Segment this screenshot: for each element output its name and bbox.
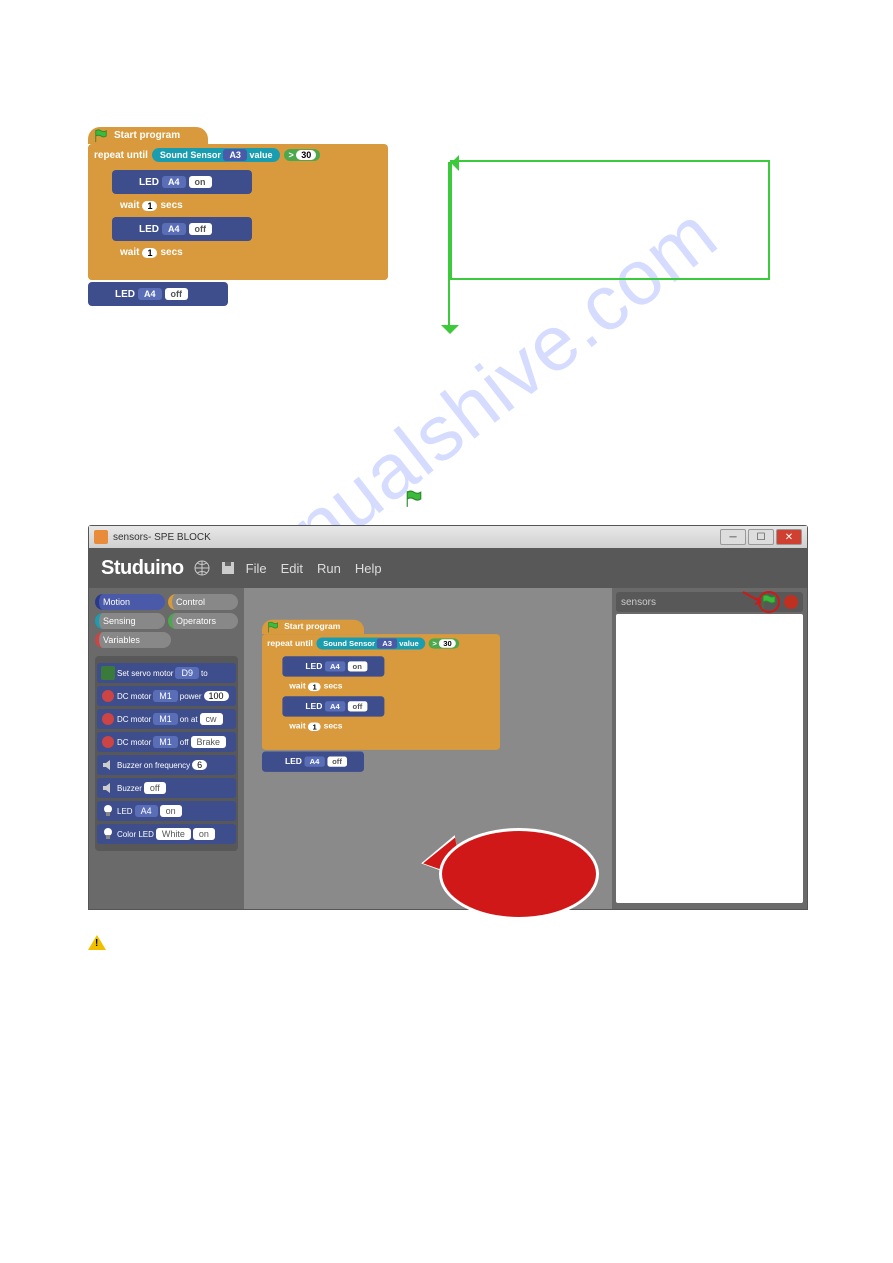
palette-dcmotor-power-block[interactable]: DC motor M1 power 100 xyxy=(97,686,236,706)
speaker-icon xyxy=(101,758,115,772)
globe-icon[interactable] xyxy=(194,560,210,576)
led-final-block: LED A4 off xyxy=(88,282,228,306)
category-operators[interactable]: Operators xyxy=(168,613,238,629)
menu-file[interactable]: File xyxy=(246,561,267,576)
stage-area xyxy=(616,614,803,903)
hat-start-program: Start program xyxy=(88,127,208,144)
stage-panel: sensors xyxy=(612,588,807,909)
led-off-block: LED A4 off xyxy=(112,217,252,241)
menu-help[interactable]: Help xyxy=(355,561,382,576)
palette-block-list: Set servo motor D9 to DC motor M1 power … xyxy=(95,656,238,851)
app-header: Studuino File Edit Run Help xyxy=(89,548,807,588)
flow-arrow-out-icon xyxy=(441,325,459,343)
led-on-block: LED A4 on xyxy=(112,170,252,194)
category-sensing[interactable]: Sensing xyxy=(95,613,165,629)
sensor-reporter: Sound Sensor A3 value xyxy=(152,148,281,162)
script-canvas[interactable]: Start program repeat until Sound Sensor … xyxy=(244,588,612,909)
menu-bar: File Edit Run Help xyxy=(246,561,382,576)
callout-bubble xyxy=(419,828,599,920)
close-button[interactable]: ✕ xyxy=(776,529,802,545)
window-title: sensors- SPE BLOCK xyxy=(113,532,211,543)
stage-header: sensors xyxy=(616,592,803,612)
palette-dcmotor-on-block[interactable]: DC motor M1 on at cw xyxy=(97,709,236,729)
palette-color-led-block[interactable]: Color LED White on xyxy=(97,824,236,844)
led-icon xyxy=(101,827,115,841)
warning-icon xyxy=(88,926,106,950)
motor-icon xyxy=(101,712,115,726)
hat-label: Start program xyxy=(114,130,180,141)
category-control[interactable]: Control xyxy=(168,594,238,610)
motor-icon xyxy=(101,689,115,703)
canvas-hat-block[interactable]: Start program xyxy=(262,620,364,634)
block-palette: Motion Control Sensing Operators Variabl… xyxy=(89,588,244,909)
arrow-icon xyxy=(741,590,765,606)
canvas-wait-1[interactable]: wait1secs xyxy=(282,678,363,694)
led-icon xyxy=(120,174,136,190)
led-icon xyxy=(96,286,112,302)
palette-buzzer-freq-block[interactable]: Buzzer on frequency 6 xyxy=(97,755,236,775)
led-icon xyxy=(101,804,115,818)
repeat-until-block: repeat until Sound Sensor A3 value > 30 … xyxy=(88,144,388,280)
window-titlebar: sensors- SPE BLOCK ─ ☐ ✕ xyxy=(89,526,807,548)
flowchart-box xyxy=(450,160,770,280)
led-icon xyxy=(120,221,136,237)
app-icon xyxy=(94,530,108,544)
stage-title: sensors xyxy=(621,597,656,608)
category-motion[interactable]: Motion xyxy=(95,594,165,610)
canvas-repeat-block[interactable]: repeat until Sound Sensor A3 value > 30 … xyxy=(262,634,500,750)
minimize-button[interactable]: ─ xyxy=(720,529,746,545)
app-logo: Studuino xyxy=(101,557,184,580)
flag-icon xyxy=(267,621,279,633)
stop-button[interactable] xyxy=(784,595,798,609)
flag-icon xyxy=(94,129,108,143)
canvas-wait-2[interactable]: wait1secs xyxy=(282,718,363,734)
servo-icon xyxy=(101,666,115,680)
flow-line xyxy=(448,162,450,332)
speaker-icon xyxy=(101,781,115,795)
palette-dcmotor-off-block[interactable]: DC motor M1 off Brake xyxy=(97,732,236,752)
palette-servo-block[interactable]: Set servo motor D9 to xyxy=(97,663,236,683)
maximize-button[interactable]: ☐ xyxy=(748,529,774,545)
palette-led-block[interactable]: LED A4 on xyxy=(97,801,236,821)
canvas-led-off[interactable]: LEDA4off xyxy=(282,696,384,716)
menu-run[interactable]: Run xyxy=(317,561,341,576)
wait-block-1: wait 1 secs xyxy=(112,196,222,215)
canvas-led-on[interactable]: LEDA4on xyxy=(282,656,384,676)
operator-gt: > 30 xyxy=(284,149,320,161)
category-variables[interactable]: Variables xyxy=(95,632,171,648)
studuino-window: sensors- SPE BLOCK ─ ☐ ✕ Studuino File E… xyxy=(88,525,808,910)
flag-icon xyxy=(405,490,423,508)
save-icon[interactable] xyxy=(220,560,236,576)
palette-buzzer-off-block[interactable]: Buzzer off xyxy=(97,778,236,798)
wait-block-2: wait 1 secs xyxy=(112,243,222,262)
motor-icon xyxy=(101,735,115,749)
canvas-led-final[interactable]: LEDA4off xyxy=(262,751,364,771)
repeat-label: repeat until xyxy=(94,150,148,161)
menu-edit[interactable]: Edit xyxy=(281,561,303,576)
